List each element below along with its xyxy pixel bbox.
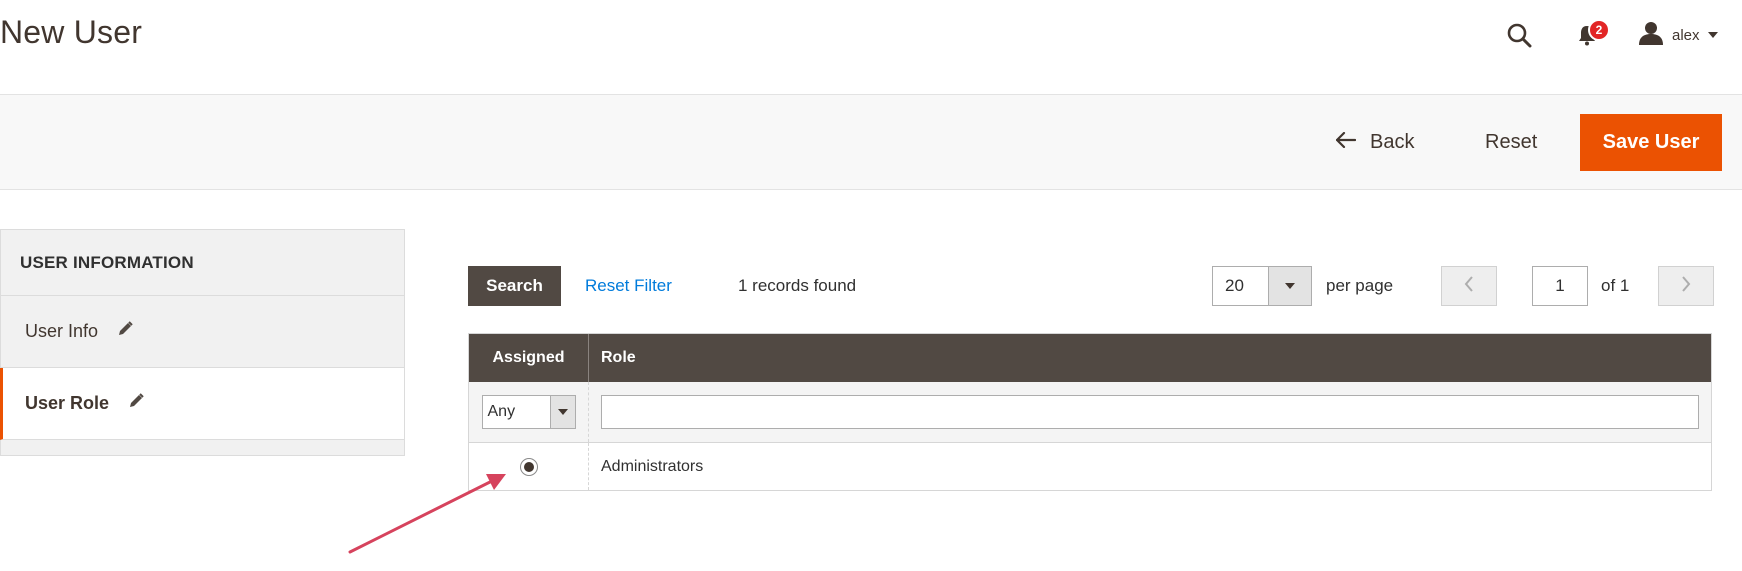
role-filter-input[interactable] bbox=[601, 395, 1699, 429]
username: alex bbox=[1672, 26, 1700, 44]
per-page-value: 20 bbox=[1225, 276, 1244, 295]
tab-user-role[interactable]: User Role bbox=[0, 368, 405, 440]
per-page-select[interactable]: 20 bbox=[1212, 266, 1312, 306]
tab-user-info[interactable]: User Info bbox=[0, 296, 405, 368]
role-filter-cell bbox=[589, 382, 1711, 442]
assigned-cell bbox=[469, 443, 589, 490]
chevron-left-icon bbox=[1463, 275, 1475, 298]
save-user-button[interactable]: Save User bbox=[1580, 114, 1722, 171]
assigned-filter-select[interactable]: Any bbox=[481, 395, 576, 429]
radio-selected-dot bbox=[523, 461, 534, 472]
search-icon[interactable] bbox=[1502, 18, 1536, 52]
account-menu[interactable]: alex bbox=[1638, 18, 1718, 52]
back-button-label: Back bbox=[1370, 130, 1415, 153]
next-page-button[interactable] bbox=[1658, 266, 1714, 306]
tabs-title: USER INFORMATION bbox=[0, 229, 405, 296]
user-roles-grid: Assigned Role Any Administrators bbox=[468, 333, 1712, 491]
chevron-down-icon bbox=[549, 396, 575, 428]
tab-user-role-label: User Role bbox=[25, 393, 110, 413]
pencil-icon bbox=[127, 392, 145, 415]
assigned-filter-cell: Any bbox=[469, 382, 589, 442]
page-actions-bar bbox=[0, 94, 1742, 190]
column-header-role[interactable]: Role bbox=[589, 334, 1711, 382]
total-pages-label: of 1 bbox=[1601, 276, 1630, 295]
per-page-label: per page bbox=[1326, 276, 1394, 295]
user-icon bbox=[1638, 21, 1664, 50]
page-title: New User bbox=[0, 14, 143, 50]
grid-filter-row: Any bbox=[469, 382, 1711, 443]
chevron-down-icon bbox=[1707, 32, 1718, 38]
assigned-filter-value: Any bbox=[487, 403, 516, 420]
chevron-down-icon bbox=[1268, 267, 1311, 305]
current-page-input[interactable] bbox=[1532, 266, 1588, 306]
role-name-cell: Administrators bbox=[601, 457, 704, 475]
pencil-icon bbox=[116, 320, 134, 343]
search-button[interactable]: Search bbox=[468, 266, 561, 306]
arrow-left-icon bbox=[1335, 131, 1357, 154]
records-found-count: 1 records found bbox=[738, 276, 857, 295]
notification-count-badge: 2 bbox=[1588, 19, 1610, 41]
back-button[interactable]: Back bbox=[1335, 120, 1415, 164]
reset-filter-link[interactable]: Reset Filter bbox=[585, 266, 672, 306]
role-radio-button[interactable] bbox=[519, 457, 538, 476]
previous-page-button[interactable] bbox=[1441, 266, 1497, 306]
grid-header-row: Assigned Role bbox=[469, 334, 1711, 382]
user-information-tabs: USER INFORMATION User Info User Role bbox=[0, 229, 405, 456]
tabs-footer bbox=[0, 440, 405, 456]
column-header-assigned[interactable]: Assigned bbox=[469, 334, 589, 382]
reset-button[interactable]: Reset bbox=[1485, 120, 1537, 164]
chevron-right-icon bbox=[1680, 275, 1692, 298]
table-row[interactable]: Administrators bbox=[469, 443, 1711, 490]
tab-user-info-label: User Info bbox=[25, 321, 99, 341]
